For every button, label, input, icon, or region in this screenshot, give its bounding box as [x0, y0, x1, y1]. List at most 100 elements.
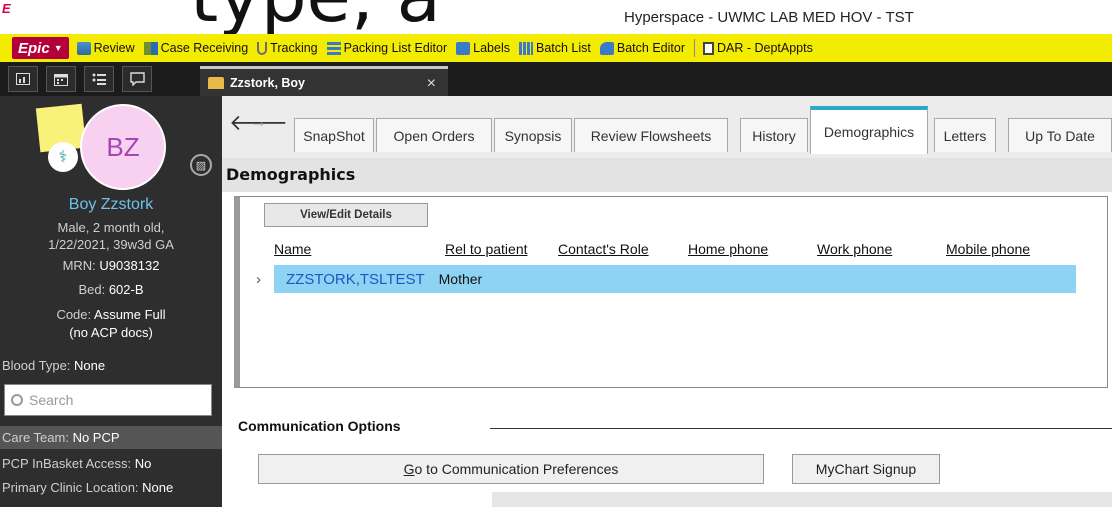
- primary-clinic-row: Primary Clinic Location: None: [0, 476, 222, 499]
- column-header-name[interactable]: Name: [274, 241, 311, 257]
- toolbar-case-receiving-label: Case Receiving: [160, 41, 249, 55]
- toolbar-tracking-button[interactable]: Tracking: [257, 41, 318, 55]
- toolbar-packing-list-editor-button[interactable]: Packing List Editor: [326, 41, 447, 55]
- code-value: Assume Full: [94, 307, 166, 322]
- patient-list-icon-button[interactable]: [84, 66, 114, 92]
- patient-workspace-tab[interactable]: Zzstork, Boy ×: [200, 66, 448, 96]
- bottom-panel-edge: [492, 492, 1112, 507]
- toolbar-review-label: Review: [93, 41, 135, 55]
- code-label: Code:: [56, 307, 95, 322]
- workspace-tab-strip: Zzstork, Boy ×: [0, 62, 1112, 96]
- edit-photo-icon[interactable]: ▨: [190, 154, 212, 176]
- patient-blood-type: Blood Type: None: [2, 358, 105, 373]
- window-title: Hyperspace - UWMC LAB MED HOV - TST: [620, 9, 918, 26]
- bed-label: Bed:: [78, 282, 109, 297]
- column-header-home-phone[interactable]: Home phone: [688, 241, 768, 257]
- patient-bed: Bed: 602-B: [0, 282, 222, 297]
- care-team-value: No PCP: [72, 430, 120, 445]
- toolbar-separator: [693, 39, 695, 57]
- packing-list-icon: [326, 41, 341, 55]
- dashboard-icon-button[interactable]: [8, 66, 38, 92]
- tab-snapshot[interactable]: SnapShot: [294, 118, 374, 152]
- column-header-work-phone[interactable]: Work phone: [817, 241, 892, 257]
- toolbar-batch-editor-label: Batch Editor: [616, 41, 685, 55]
- tab-letters[interactable]: Letters: [934, 118, 996, 152]
- chevron-right-icon[interactable]: ›: [256, 271, 261, 288]
- tab-open-orders[interactable]: Open Orders: [376, 118, 492, 152]
- column-header-rel-to-patient[interactable]: Rel to patient: [445, 241, 528, 257]
- tab-history[interactable]: History: [740, 118, 808, 152]
- sidebar-search-input[interactable]: Search: [4, 384, 212, 416]
- bed-value: 602-B: [108, 282, 144, 297]
- forward-arrow-icon[interactable]: →: [250, 112, 267, 132]
- view-edit-details-button[interactable]: View/Edit Details: [264, 203, 428, 227]
- patient-list-icon: [92, 73, 106, 85]
- pcp-inbasket-value: No: [134, 456, 152, 471]
- contact-name[interactable]: ZZSTORK,TSLTEST: [286, 271, 425, 288]
- mychart-signup-button[interactable]: MyChart Signup: [792, 454, 940, 484]
- primary-clinic-value: None: [142, 480, 174, 495]
- tracking-icon: [257, 41, 268, 55]
- patient-sex-age: Male, 2 month old,: [57, 220, 165, 235]
- case-receiving-icon: [143, 41, 158, 55]
- patient-tab-label: Zzstork, Boy: [230, 75, 306, 90]
- search-icon: [11, 394, 23, 406]
- communication-options-heading: Communication Options: [238, 418, 401, 434]
- pcp-inbasket-row: PCP InBasket Access: No: [0, 452, 222, 475]
- review-icon: [76, 41, 91, 55]
- communication-preferences-button[interactable]: Go to Communication Preferences: [258, 454, 764, 484]
- toolbar-dar-deptappts-button[interactable]: DAR - DeptAppts: [702, 41, 813, 55]
- section-title: Demographics: [222, 158, 1112, 192]
- toolbar-batch-list-button[interactable]: Batch List: [519, 41, 591, 55]
- batch-editor-icon: [599, 41, 614, 55]
- folder-icon: [208, 76, 224, 89]
- tab-up-to-date[interactable]: Up To Date: [1008, 118, 1112, 152]
- tab-demographics[interactable]: Demographics: [810, 106, 928, 154]
- contact-relation: Mother: [438, 271, 483, 287]
- epic-menu-button[interactable]: Epic ▼: [12, 37, 69, 59]
- toolbar-labels-label: Labels: [473, 41, 510, 55]
- pcp-inbasket-label: PCP InBasket Access:: [2, 456, 135, 471]
- avatar-initials: BZ: [106, 131, 140, 162]
- mrn-value: U9038132: [99, 258, 160, 273]
- table-row[interactable]: ZZSTORK,TSLTEST Mother: [274, 265, 1076, 293]
- toolbar-labels-button[interactable]: Labels: [456, 41, 510, 55]
- tab-review-flowsheets[interactable]: Review Flowsheets: [574, 118, 728, 152]
- toolbar-case-receiving-button[interactable]: Case Receiving: [143, 41, 249, 55]
- chevron-down-icon: ▼: [53, 43, 63, 53]
- patient-mrn: MRN: U9038132: [0, 258, 222, 273]
- toolbar-tracking-label: Tracking: [270, 41, 318, 55]
- overlay-heading: type, a: [190, 0, 441, 34]
- avatar[interactable]: BZ: [80, 104, 166, 190]
- clipboard-icon: [702, 41, 714, 55]
- blood-type-label: Blood Type:: [2, 358, 75, 373]
- primary-clinic-label: Primary Clinic Location:: [2, 480, 143, 495]
- toolbar-review-button[interactable]: Review: [76, 41, 135, 55]
- patient-name[interactable]: Boy Zzstork: [0, 196, 222, 214]
- main-toolbar: Epic ▼ Review Case Receiving Tracking Pa…: [0, 34, 1112, 62]
- care-team-label: Care Team:: [2, 430, 73, 445]
- labels-icon: [456, 41, 471, 55]
- column-header-mobile-phone[interactable]: Mobile phone: [946, 241, 1030, 257]
- chat-icon-button[interactable]: [122, 66, 152, 92]
- toolbar-batch-list-label: Batch List: [536, 41, 591, 55]
- calendar-icon-button[interactable]: [46, 66, 76, 92]
- comm-pref-label: o to Communication Preferences: [414, 461, 619, 477]
- section-divider: [490, 428, 1112, 429]
- epic-hyperspace-window: type, a E Hyperspace - UWMC LAB MED HOV …: [0, 0, 1112, 507]
- tab-synopsis[interactable]: Synopsis: [494, 118, 572, 152]
- mrn-label: MRN:: [62, 258, 100, 273]
- main-content: 🡐 → SnapShot Open Orders Synopsis Review…: [222, 96, 1112, 507]
- epic-e-logo-icon: E: [2, 1, 11, 16]
- care-team-row[interactable]: Care Team: No PCP: [0, 426, 222, 449]
- calendar-icon: [54, 73, 68, 86]
- column-header-contacts-role[interactable]: Contact's Role: [558, 241, 649, 257]
- close-icon[interactable]: ×: [427, 75, 436, 93]
- patient-code-status: Code: Assume Full: [0, 307, 222, 322]
- chat-bubble-icon: [129, 72, 145, 86]
- activity-tab-bar: 🡐 → SnapShot Open Orders Synopsis Review…: [222, 96, 1112, 158]
- toolbar-dar-label: DAR - DeptAppts: [716, 41, 813, 55]
- toolbar-batch-editor-button[interactable]: Batch Editor: [599, 41, 685, 55]
- patient-dob-ga: 1/22/2021, 39w3d GA: [48, 237, 174, 252]
- stethoscope-icon: ⚕: [48, 142, 78, 172]
